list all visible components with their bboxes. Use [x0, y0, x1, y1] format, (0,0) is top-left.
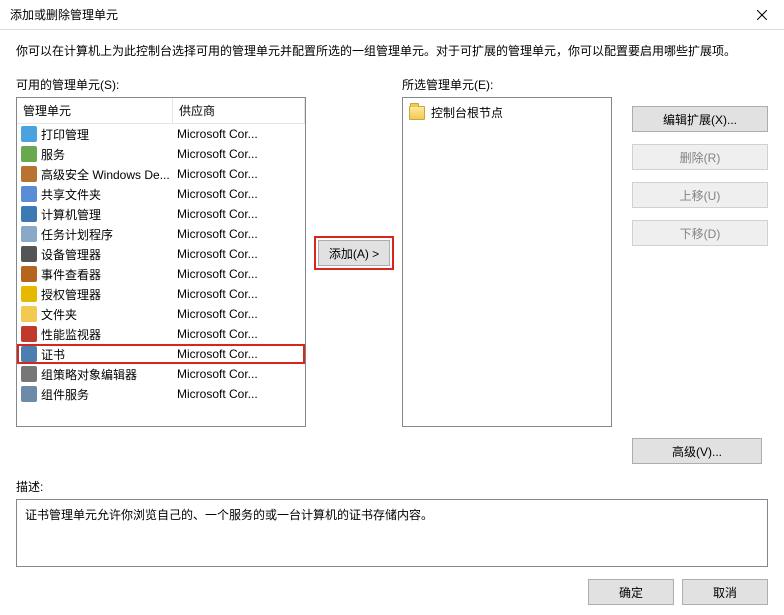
snapin-vendor: Microsoft Cor... [173, 147, 305, 161]
move-down-button[interactable]: 下移(D) [632, 220, 768, 246]
edit-extensions-button[interactable]: 编辑扩展(X)... [632, 106, 768, 132]
snapin-name: 打印管理 [41, 126, 89, 143]
snapin-name: 组件服务 [41, 386, 89, 403]
snapin-vendor: Microsoft Cor... [173, 287, 305, 301]
list-item[interactable]: 组件服务 Microsoft Cor... [17, 384, 305, 404]
close-button[interactable] [739, 0, 784, 30]
snapin-name: 性能监视器 [41, 326, 101, 343]
snapin-name: 任务计划程序 [41, 226, 113, 243]
list-item[interactable]: 证书 Microsoft Cor... [17, 344, 305, 364]
selected-label: 所选管理单元(E): [402, 76, 612, 93]
snapin-vendor: Microsoft Cor... [173, 267, 305, 281]
dialog-title: 添加或删除管理单元 [10, 6, 118, 23]
dialog-body: 你可以在计算机上为此控制台选择可用的管理单元并配置所选的一组管理单元。对于可扩展… [0, 30, 784, 615]
snapin-name: 设备管理器 [41, 246, 101, 263]
list-item[interactable]: 文件夹 Microsoft Cor... [17, 304, 305, 324]
folder-icon [409, 106, 425, 120]
column-header-vendor[interactable]: 供应商 [173, 98, 305, 123]
snapin-vendor: Microsoft Cor... [173, 367, 305, 381]
snapin-vendor: Microsoft Cor... [173, 127, 305, 141]
move-up-button[interactable]: 上移(U) [632, 182, 768, 208]
snapin-icon [21, 126, 37, 142]
description-label: 描述: [16, 478, 768, 495]
snapin-vendor: Microsoft Cor... [173, 387, 305, 401]
snapin-vendor: Microsoft Cor... [173, 187, 305, 201]
ok-button[interactable]: 确定 [588, 579, 674, 605]
snapin-name: 证书 [41, 346, 65, 363]
list-item[interactable]: 服务 Microsoft Cor... [17, 144, 305, 164]
add-button-highlight: 添加(A) > [314, 236, 394, 270]
snapin-vendor: Microsoft Cor... [173, 307, 305, 321]
list-item[interactable]: 计算机管理 Microsoft Cor... [17, 204, 305, 224]
snapin-icon [21, 326, 37, 342]
snapin-vendor: Microsoft Cor... [173, 167, 305, 181]
selected-treeview[interactable]: 控制台根节点 [402, 97, 612, 427]
close-icon [757, 10, 767, 20]
list-item[interactable]: 打印管理 Microsoft Cor... [17, 124, 305, 144]
title-bar: 添加或删除管理单元 [0, 0, 784, 30]
snapin-icon [21, 286, 37, 302]
snapin-name: 授权管理器 [41, 286, 101, 303]
snapin-icon [21, 246, 37, 262]
list-item[interactable]: 共享文件夹 Microsoft Cor... [17, 184, 305, 204]
add-button[interactable]: 添加(A) > [318, 240, 390, 266]
right-buttons: 编辑扩展(X)... 删除(R) 上移(U) 下移(D) 高级(V)... [620, 76, 768, 464]
snapin-icon [21, 366, 37, 382]
add-column: 添加(A) > [314, 76, 394, 270]
list-item[interactable]: 事件查看器 Microsoft Cor... [17, 264, 305, 284]
available-section: 可用的管理单元(S): 管理单元 供应商 打印管理 Microsoft Cor..… [16, 76, 306, 427]
available-label: 可用的管理单元(S): [16, 76, 306, 93]
tree-root-label: 控制台根节点 [431, 104, 503, 121]
snapin-vendor: Microsoft Cor... [173, 327, 305, 341]
snapin-icon [21, 386, 37, 402]
list-item[interactable]: 高级安全 Windows De...Microsoft Cor... [17, 164, 305, 184]
snapin-name: 高级安全 Windows De... [41, 166, 170, 183]
spacer: 高级(V)... [632, 258, 768, 464]
snapin-name: 计算机管理 [41, 206, 101, 223]
snapin-icon [21, 206, 37, 222]
snapin-icon [21, 186, 37, 202]
columns: 可用的管理单元(S): 管理单元 供应商 打印管理 Microsoft Cor..… [16, 76, 768, 464]
description-box: 证书管理单元允许你浏览自己的、一个服务的或一台计算机的证书存储内容。 [16, 499, 768, 567]
list-item[interactable]: 性能监视器 Microsoft Cor... [17, 324, 305, 344]
intro-text: 你可以在计算机上为此控制台选择可用的管理单元并配置所选的一组管理单元。对于可扩展… [16, 42, 768, 60]
snapin-icon [21, 166, 37, 182]
snapin-name: 服务 [41, 146, 65, 163]
snapin-vendor: Microsoft Cor... [173, 227, 305, 241]
listview-header: 管理单元 供应商 [17, 98, 305, 124]
snapin-icon [21, 306, 37, 322]
snapin-icon [21, 146, 37, 162]
list-item[interactable]: 任务计划程序 Microsoft Cor... [17, 224, 305, 244]
snapin-icon [21, 226, 37, 242]
snapin-name: 组策略对象编辑器 [41, 366, 137, 383]
snapin-name: 文件夹 [41, 306, 77, 323]
snapin-icon [21, 346, 37, 362]
description-text: 证书管理单元允许你浏览自己的、一个服务的或一台计算机的证书存储内容。 [25, 508, 433, 522]
snapin-vendor: Microsoft Cor... [173, 347, 305, 361]
snapin-name: 共享文件夹 [41, 186, 101, 203]
tree-root-item[interactable]: 控制台根节点 [407, 102, 607, 123]
selected-section: 所选管理单元(E): 控制台根节点 [402, 76, 612, 427]
cancel-button[interactable]: 取消 [682, 579, 768, 605]
remove-button[interactable]: 删除(R) [632, 144, 768, 170]
available-listview[interactable]: 管理单元 供应商 打印管理 Microsoft Cor... 服务 Microsoft… [16, 97, 306, 427]
bottom-buttons: 确定 取消 [16, 579, 768, 605]
list-item[interactable]: 授权管理器 Microsoft Cor... [17, 284, 305, 304]
snapin-vendor: Microsoft Cor... [173, 247, 305, 261]
list-item[interactable]: 设备管理器 Microsoft Cor... [17, 244, 305, 264]
advanced-button[interactable]: 高级(V)... [632, 438, 762, 464]
list-item[interactable]: 组策略对象编辑器 Microsoft Cor... [17, 364, 305, 384]
snapin-name: 事件查看器 [41, 266, 101, 283]
listview-body: 打印管理Microsoft Cor...服务Microsoft Cor...高级… [17, 124, 305, 426]
snapin-icon [21, 266, 37, 282]
column-header-name[interactable]: 管理单元 [17, 98, 173, 123]
snapin-vendor: Microsoft Cor... [173, 207, 305, 221]
